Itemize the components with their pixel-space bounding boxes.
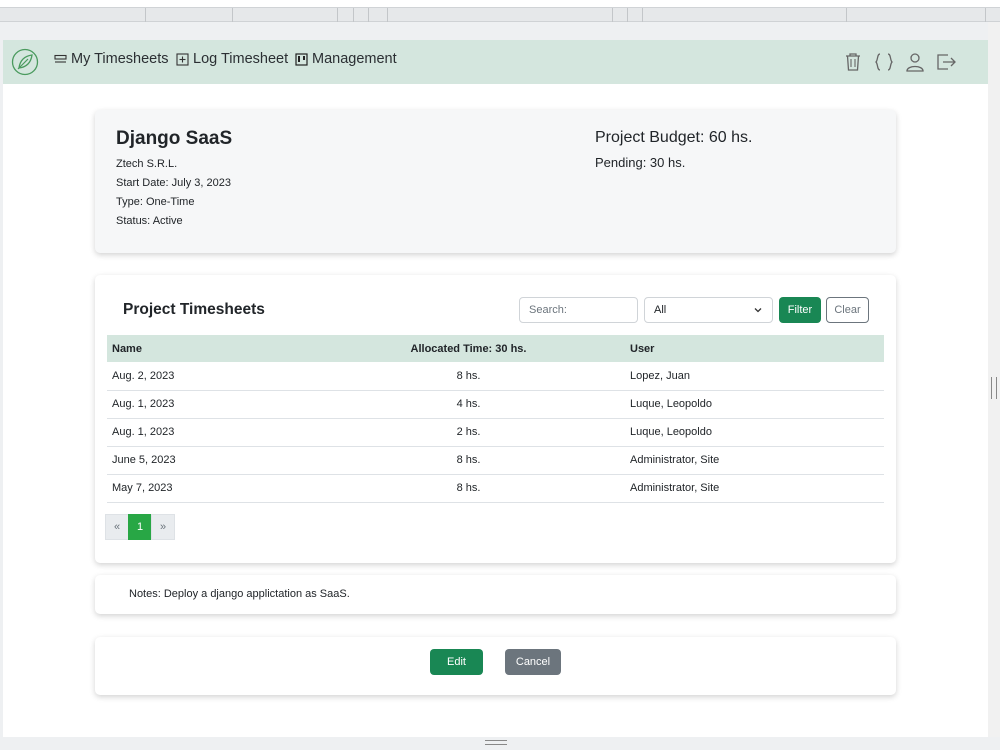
nav-my-timesheets[interactable]: My Timesheets bbox=[54, 51, 169, 67]
edit-button[interactable]: Edit bbox=[430, 649, 483, 675]
kanban-icon bbox=[295, 52, 308, 66]
nav-management[interactable]: Management bbox=[295, 51, 397, 67]
row-name: Aug. 2, 2023 bbox=[107, 362, 312, 391]
filter-select[interactable]: All bbox=[644, 297, 773, 323]
notes-card: Notes: Deploy a django applictation as S… bbox=[95, 575, 896, 614]
project-pending: Pending: 30 hs. bbox=[595, 155, 686, 170]
row-name: Aug. 1, 2023 bbox=[107, 390, 312, 419]
table-row[interactable]: Aug. 1, 2023 2 hs. Luque, Leopoldo bbox=[107, 418, 884, 447]
resize-handle-right[interactable] bbox=[988, 22, 1000, 737]
row-user: Administrator, Site bbox=[625, 446, 884, 475]
timesheets-card: Project Timesheets All Filter Clear Name… bbox=[95, 275, 896, 563]
row-time: 4 hs. bbox=[312, 390, 625, 419]
search-input[interactable] bbox=[519, 297, 638, 323]
table-row[interactable]: May 7, 2023 8 hs. Administrator, Site bbox=[107, 474, 884, 503]
row-user: Lopez, Juan bbox=[625, 362, 884, 391]
filter-button[interactable]: Filter bbox=[779, 297, 821, 323]
table-row[interactable]: Aug. 2, 2023 8 hs. Lopez, Juan bbox=[107, 362, 884, 391]
leaf-icon[interactable] bbox=[11, 48, 39, 76]
pagination: « 1 » bbox=[105, 514, 175, 540]
row-user: Luque, Leopoldo bbox=[625, 418, 884, 447]
resize-handle-bottom[interactable] bbox=[0, 737, 1000, 750]
column-header-allocated-time[interactable]: Allocated Time: 30 hs. bbox=[312, 335, 625, 362]
list-icon bbox=[54, 54, 67, 63]
chevron-down-icon bbox=[754, 308, 762, 313]
row-time: 8 hs. bbox=[312, 474, 625, 503]
project-type: Type: One-Time bbox=[116, 196, 195, 208]
row-time: 8 hs. bbox=[312, 446, 625, 475]
project-title: Django SaaS bbox=[116, 128, 233, 149]
column-header-name[interactable]: Name bbox=[107, 335, 312, 362]
filter-select-value: All bbox=[654, 304, 667, 316]
timesheets-table: Name Allocated Time: 30 hs. User Aug. 2,… bbox=[107, 335, 884, 503]
table-header-row: Name Allocated Time: 30 hs. User bbox=[107, 335, 884, 362]
devtools-toolbar bbox=[0, 0, 1000, 8]
devtools-ruler bbox=[0, 8, 1000, 22]
project-client: Ztech S.R.L. bbox=[116, 158, 178, 170]
table-row[interactable]: June 5, 2023 8 hs. Administrator, Site bbox=[107, 446, 884, 475]
row-time: 2 hs. bbox=[312, 418, 625, 447]
plus-square-icon bbox=[176, 52, 189, 66]
nav-log-timesheet-label: Log Timesheet bbox=[193, 51, 289, 67]
row-user: Luque, Leopoldo bbox=[625, 390, 884, 419]
pagination-prev[interactable]: « bbox=[105, 514, 129, 540]
logout-icon[interactable] bbox=[935, 51, 957, 73]
braces-icon[interactable] bbox=[873, 51, 895, 73]
row-time: 8 hs. bbox=[312, 362, 625, 391]
pagination-next[interactable]: » bbox=[151, 514, 175, 540]
nav-log-timesheet[interactable]: Log Timesheet bbox=[176, 51, 288, 67]
row-name: May 7, 2023 bbox=[107, 474, 312, 503]
project-start-date: Start Date: July 3, 2023 bbox=[116, 177, 231, 189]
column-header-user[interactable]: User bbox=[625, 335, 884, 362]
pagination-page-current[interactable]: 1 bbox=[128, 514, 152, 540]
actions-card: Edit Cancel bbox=[95, 637, 896, 695]
nav-management-label: Management bbox=[312, 51, 397, 67]
timesheets-title: Project Timesheets bbox=[123, 301, 265, 318]
row-name: Aug. 1, 2023 bbox=[107, 418, 312, 447]
project-status: Status: Active bbox=[116, 215, 183, 227]
project-budget: Project Budget: 60 hs. bbox=[595, 129, 753, 146]
project-info-card: Django SaaS Ztech S.R.L. Start Date: Jul… bbox=[95, 110, 896, 253]
cancel-button[interactable]: Cancel bbox=[505, 649, 561, 675]
user-icon[interactable] bbox=[904, 51, 926, 73]
page-viewport: My Timesheets Log Timesheet Management D… bbox=[3, 40, 988, 737]
row-user: Administrator, Site bbox=[625, 474, 884, 503]
row-name: June 5, 2023 bbox=[107, 446, 312, 475]
table-row[interactable]: Aug. 1, 2023 4 hs. Luque, Leopoldo bbox=[107, 390, 884, 419]
top-navbar: My Timesheets Log Timesheet Management bbox=[3, 40, 988, 84]
project-notes: Notes: Deploy a django applictation as S… bbox=[129, 588, 350, 600]
clear-button[interactable]: Clear bbox=[826, 297, 869, 323]
trash-icon[interactable] bbox=[842, 51, 864, 73]
nav-my-timesheets-label: My Timesheets bbox=[71, 51, 169, 67]
